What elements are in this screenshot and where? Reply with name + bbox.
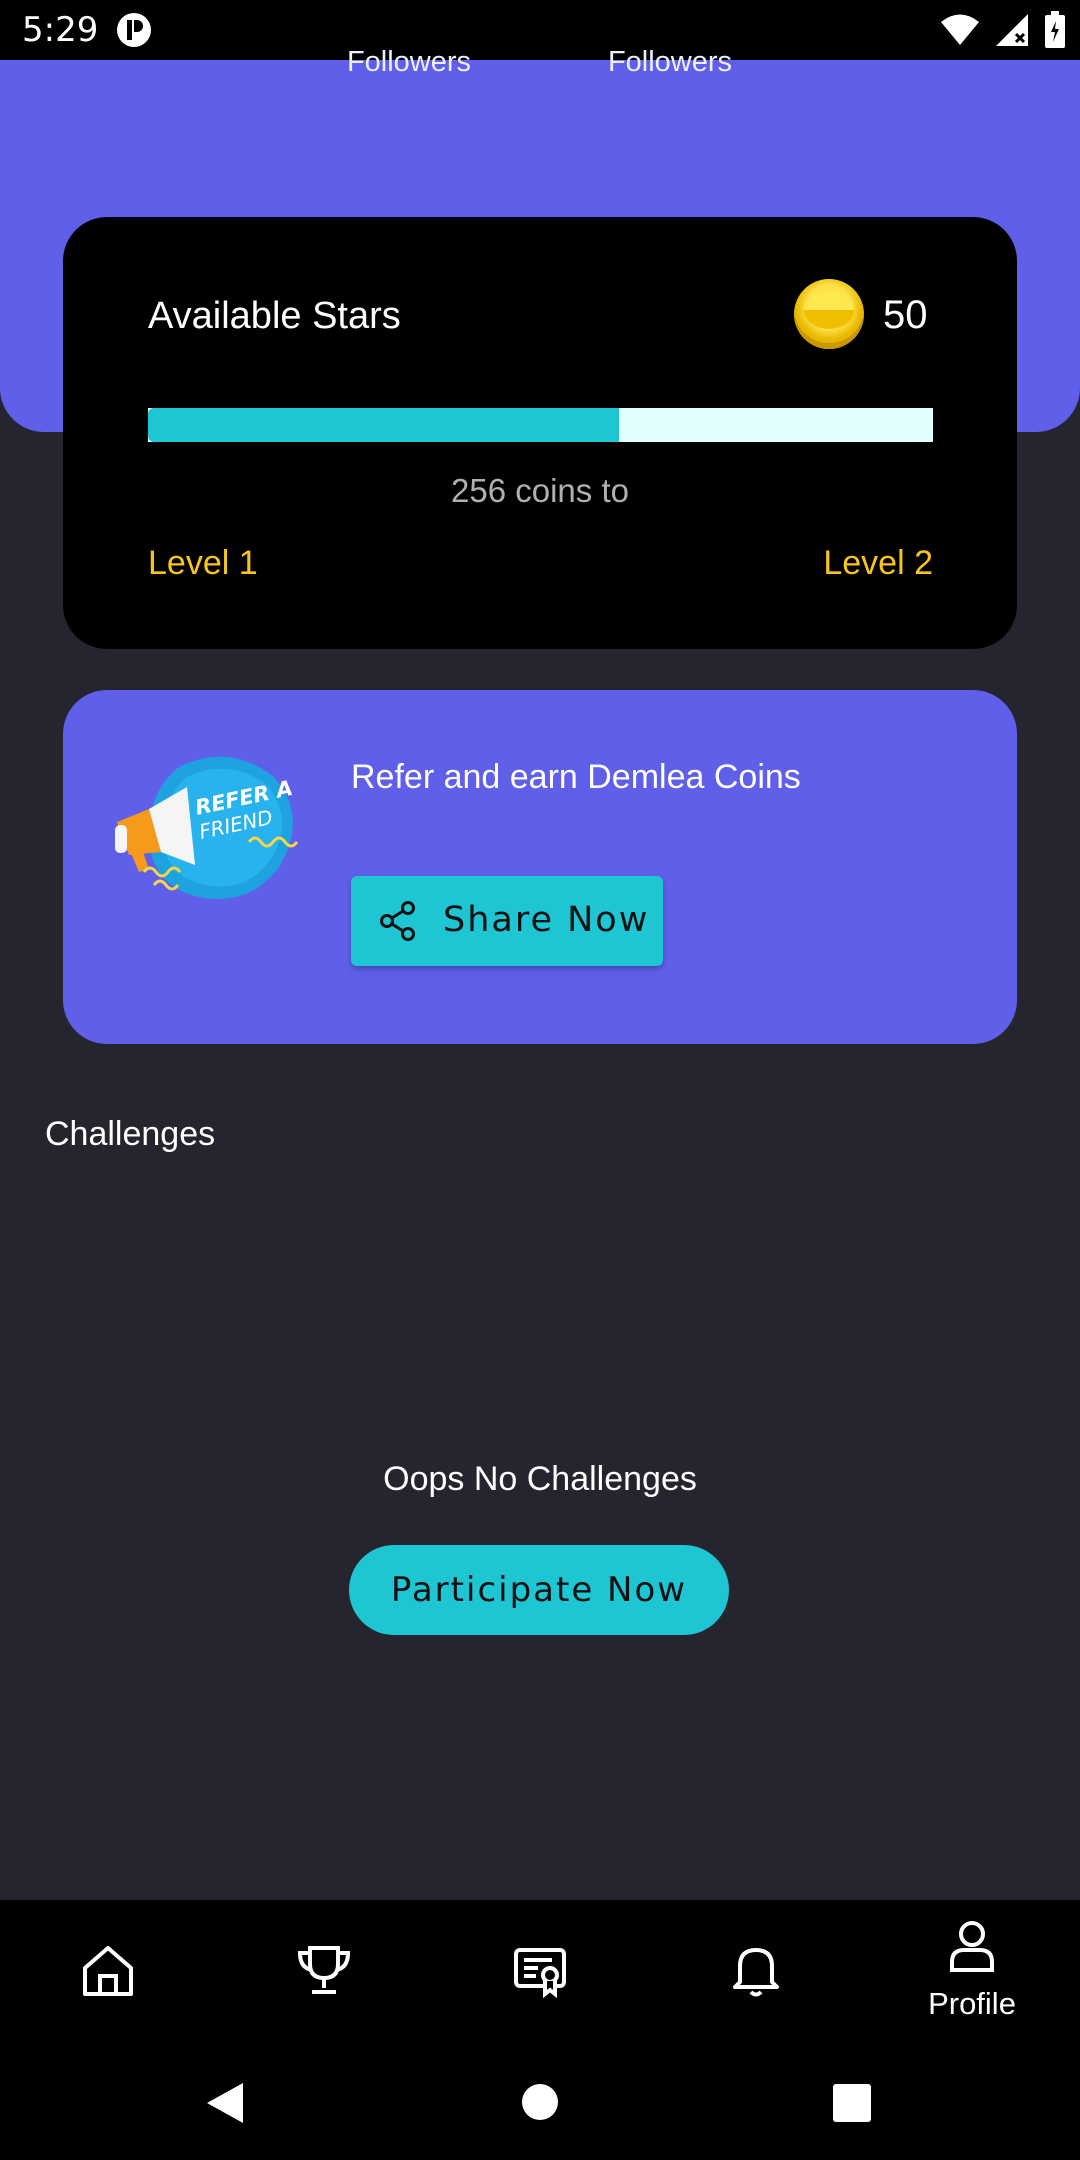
- nav-home[interactable]: [0, 1900, 216, 2040]
- share-icon: [380, 901, 415, 941]
- level-progress-fill: [148, 408, 619, 442]
- challenges-heading: Challenges: [45, 1115, 216, 1153]
- next-level: Level 2: [823, 544, 933, 582]
- following-label: Followers: [607, 46, 733, 78]
- nav-notifications[interactable]: [648, 1900, 864, 2040]
- participate-now-button[interactable]: Participate Now: [349, 1545, 729, 1635]
- back-icon[interactable]: [205, 2082, 245, 2124]
- battery-icon: [1045, 11, 1065, 48]
- status-icons: [940, 10, 1066, 50]
- nav-certificates[interactable]: [432, 1900, 648, 2040]
- bottom-navigation: Profile: [0, 1900, 1080, 2040]
- coins-to-next-level: 256 coins to: [451, 472, 629, 509]
- person-icon: [950, 1921, 994, 1972]
- refer-a-friend-illustration: REFER A FRIEND: [115, 756, 299, 899]
- nav-leaderboard[interactable]: [216, 1900, 432, 2040]
- level-progress-bar: [148, 408, 933, 442]
- nav-profile[interactable]: Profile: [864, 1900, 1080, 2040]
- current-level: Level 1: [148, 544, 258, 582]
- bell-icon: [733, 1948, 779, 1997]
- status-bar: 5:29: [0, 0, 1080, 60]
- share-now-label: Share Now: [443, 900, 650, 940]
- stars-count: 50: [883, 293, 928, 337]
- status-time: 5:29: [22, 10, 99, 50]
- recents-icon[interactable]: [833, 2084, 871, 2122]
- home-circle-icon[interactable]: [522, 2084, 558, 2120]
- nav-profile-label: Profile: [928, 1986, 1016, 2021]
- followers-label: Followers: [346, 46, 472, 78]
- certificate-icon: [514, 1948, 566, 1998]
- stars-title: Available Stars: [148, 295, 401, 337]
- refer-description: Refer and earn Demlea Coins: [351, 758, 801, 796]
- refer-friend-card: REFER A FRIEND Refer and earn Demlea Coi…: [63, 690, 1017, 1044]
- available-stars-card: Available Stars 50 256 coins to Level 1 …: [63, 217, 1017, 649]
- share-now-button[interactable]: Share Now: [351, 876, 663, 966]
- signal-icon: [996, 14, 1028, 46]
- wifi-icon: [941, 14, 979, 45]
- coin-icon: [794, 279, 864, 349]
- no-challenges-message: Oops No Challenges: [383, 1460, 697, 1498]
- home-icon: [83, 1946, 133, 1996]
- profile-screen: 5:29 Followers Followers Available Stars…: [0, 0, 1080, 2160]
- trophy-icon: [297, 1946, 351, 1994]
- app-notification-icon: [117, 13, 151, 47]
- system-navigation-bar: [0, 2040, 1080, 2160]
